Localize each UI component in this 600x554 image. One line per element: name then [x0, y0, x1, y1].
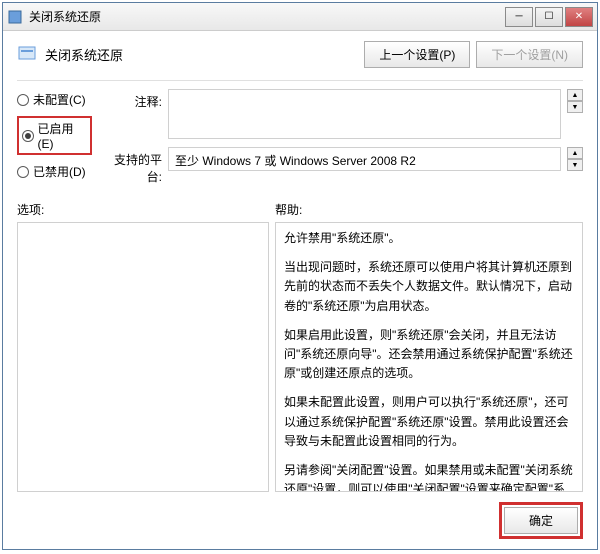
close-button[interactable]: ✕ — [565, 7, 593, 27]
page-title: 关闭系统还原 — [45, 45, 364, 64]
help-text: 允许禁用"系统还原"。 — [284, 229, 574, 248]
platform-up-button[interactable]: ▲ — [567, 147, 583, 159]
ok-button[interactable]: 确定 — [504, 507, 578, 534]
radio-icon — [17, 94, 29, 106]
comment-down-button[interactable]: ▼ — [567, 101, 583, 113]
prev-setting-button[interactable]: 上一个设置(P) — [364, 41, 470, 68]
radio-enabled[interactable]: 已启用(E) — [17, 116, 92, 155]
radio-icon — [17, 166, 29, 178]
platform-down-button[interactable]: ▼ — [567, 159, 583, 171]
minimize-button[interactable]: ─ — [505, 7, 533, 27]
help-pane[interactable]: 允许禁用"系统还原"。 当出现问题时，系统还原可以使用户将其计算机还原到先前的状… — [275, 222, 583, 492]
platform-value: 至少 Windows 7 或 Windows Server 2008 R2 — [168, 147, 561, 171]
radio-disabled[interactable]: 已禁用(D) — [17, 163, 92, 180]
platform-label: 支持的平台: — [102, 147, 162, 185]
comment-input[interactable] — [168, 89, 561, 139]
options-label: 选项: — [17, 201, 275, 218]
help-text: 当出现问题时，系统还原可以使用户将其计算机还原到先前的状态而不丢失个人数据文件。… — [284, 258, 574, 316]
help-text: 如果未配置此设置，则用户可以执行"系统还原"，还可以通过系统保护配置"系统还原"… — [284, 393, 574, 451]
comment-up-button[interactable]: ▲ — [567, 89, 583, 101]
radio-label: 已禁用(D) — [33, 163, 86, 180]
maximize-button[interactable]: ☐ — [535, 7, 563, 27]
policy-icon — [17, 45, 37, 65]
app-icon — [7, 9, 23, 25]
radio-icon — [22, 130, 34, 142]
help-label: 帮助: — [275, 201, 302, 218]
help-text: 另请参阅"关闭配置"设置。如果禁用或未配置"关闭系统还原"设置，则可以使用"关闭… — [284, 461, 574, 492]
titlebar: 关闭系统还原 ─ ☐ ✕ — [3, 3, 597, 31]
window-title: 关闭系统还原 — [29, 8, 503, 25]
options-pane — [17, 222, 269, 492]
radio-label: 已启用(E) — [38, 120, 87, 151]
radio-not-configured[interactable]: 未配置(C) — [17, 91, 92, 108]
next-setting-button: 下一个设置(N) — [476, 41, 583, 68]
radio-label: 未配置(C) — [33, 91, 86, 108]
help-text: 如果启用此设置，则"系统还原"会关闭，并且无法访问"系统还原向导"。还会禁用通过… — [284, 326, 574, 384]
comment-label: 注释: — [102, 89, 162, 139]
divider — [17, 80, 583, 81]
